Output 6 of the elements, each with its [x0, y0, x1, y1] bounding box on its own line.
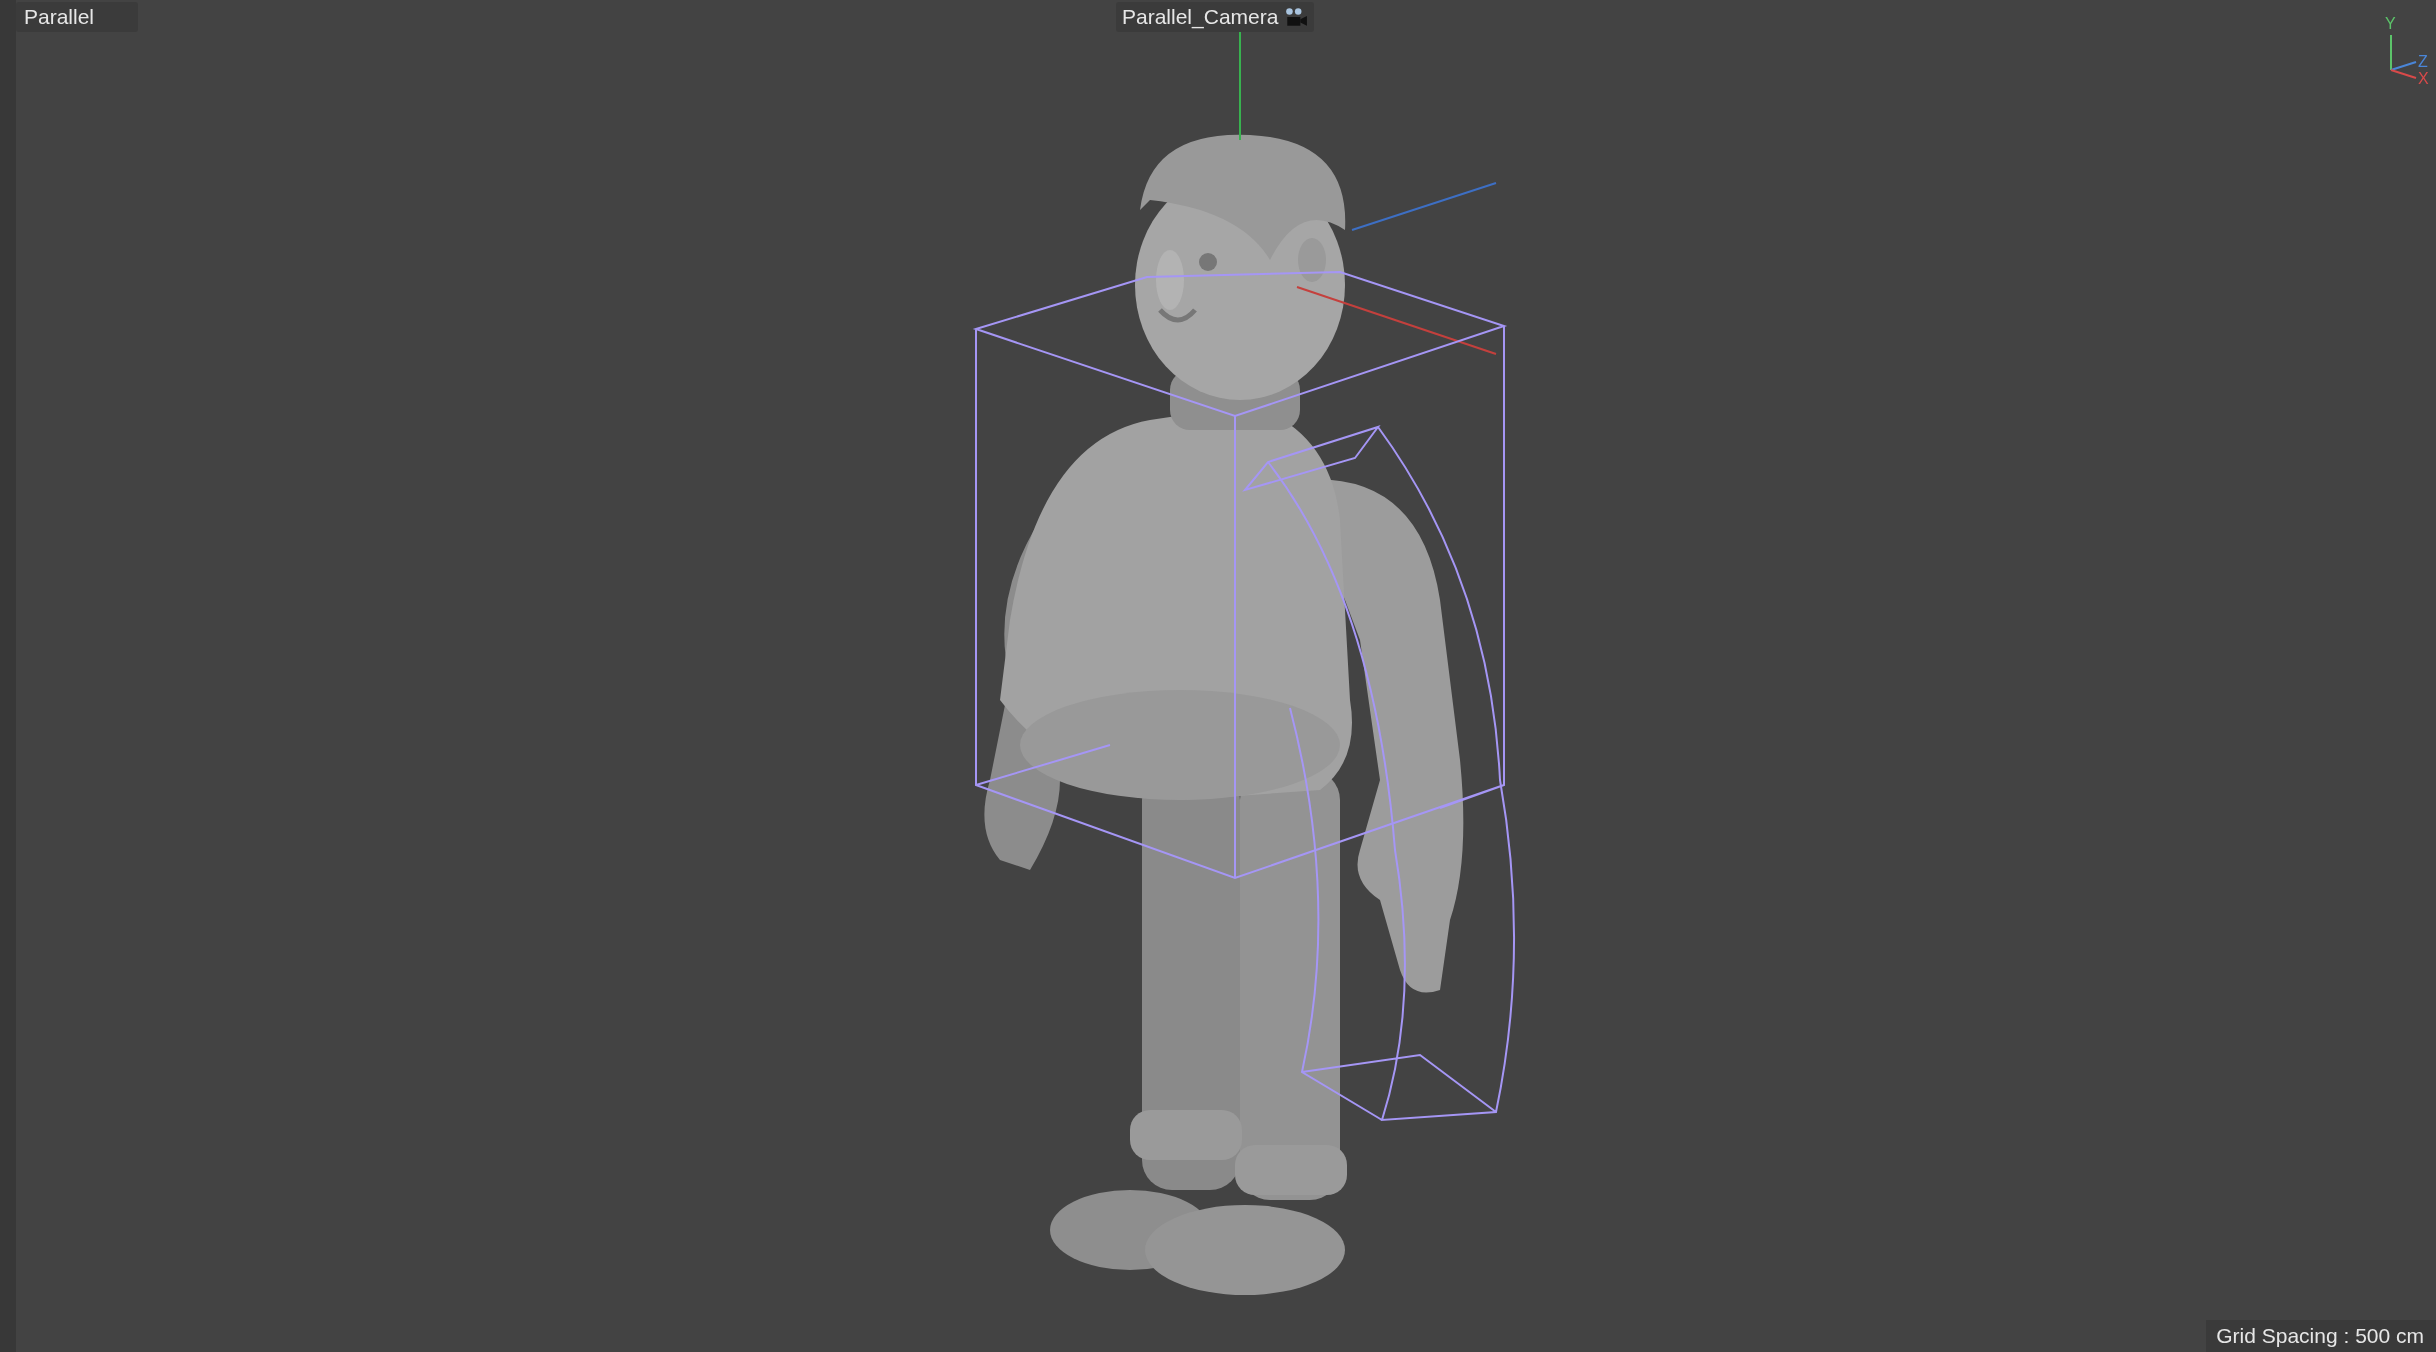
camera-icon — [1284, 7, 1309, 27]
camera-label[interactable]: Parallel_Camera — [1116, 2, 1315, 32]
view-mode-label[interactable]: Parallel — [16, 2, 138, 32]
grid-spacing-label: Grid Spacing : 500 cm — [2206, 1320, 2436, 1352]
camera-name: Parallel_Camera — [1122, 5, 1279, 29]
axis-gizmo-drawing: Y Z X — [2371, 5, 2436, 85]
